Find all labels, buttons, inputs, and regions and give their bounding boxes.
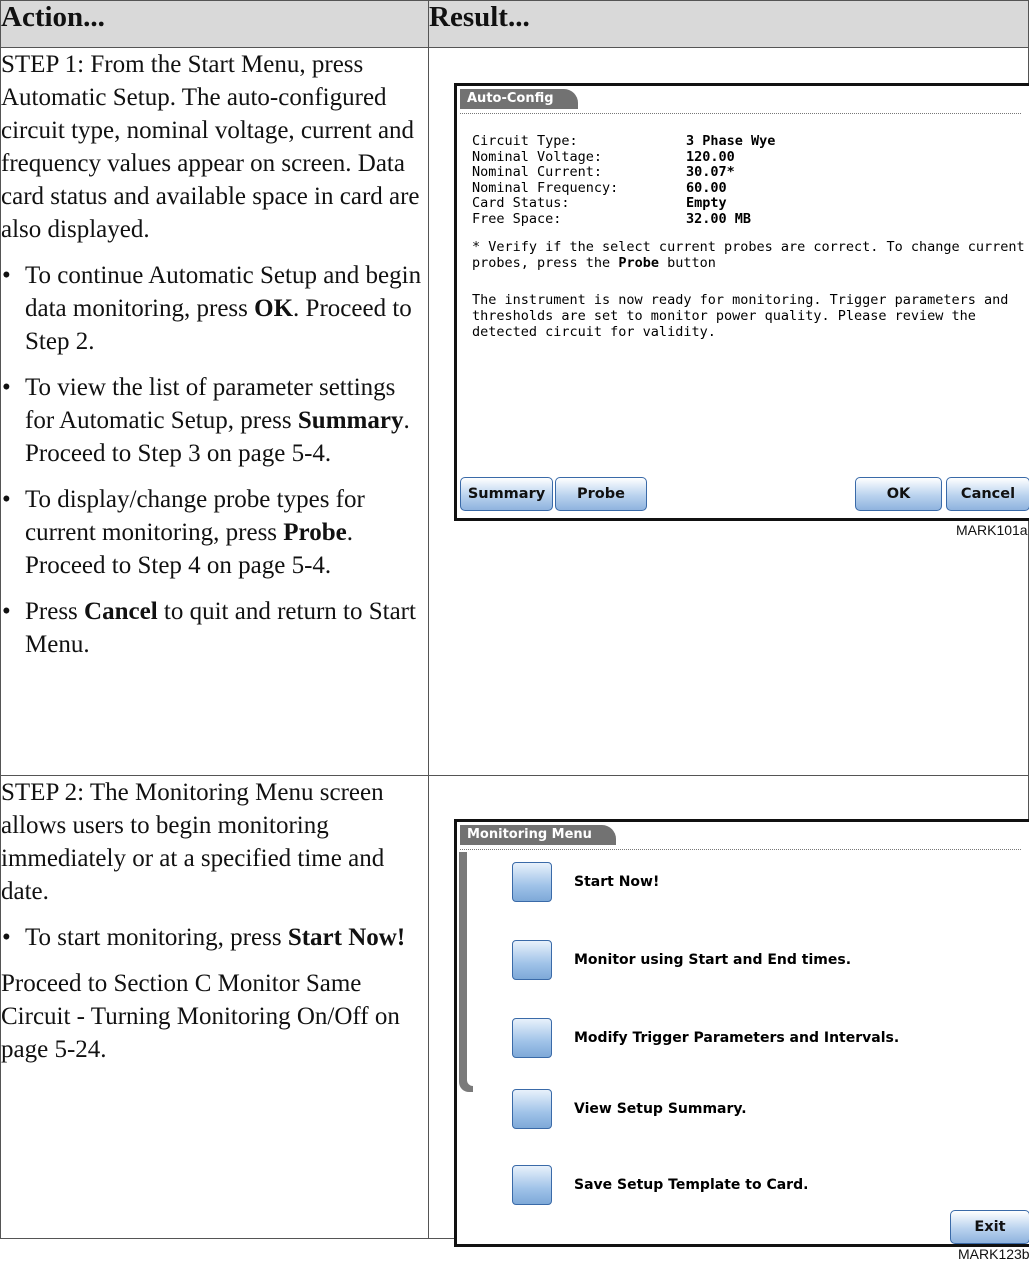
ok-button[interactable]: OK	[855, 477, 942, 511]
step-table: Action... Result... STEP 1: From the Sta…	[0, 0, 1029, 1262]
result-column-header: Result...	[428, 0, 1029, 48]
menu-item-start-end-times[interactable]: Monitor using Start and End times.	[512, 938, 851, 982]
step1-bullet-cancel: Press Cancel to quit and return to Start…	[1, 595, 428, 661]
menu-item-trigger-parameters[interactable]: Modify Trigger Parameters and Intervals.	[512, 1016, 899, 1060]
step2-action-cell: STEP 2: The Monitoring Menu screen allow…	[0, 775, 429, 1239]
ready-message: The instrument is now ready for monitori…	[472, 292, 1009, 340]
menu-bracket	[459, 852, 473, 1092]
field-row: Free Space: 32.00 MB	[472, 210, 752, 227]
menu-item-start-now[interactable]: Start Now!	[512, 860, 659, 904]
step2-outro: Proceed to Section C Monitor Same Circui…	[1, 970, 400, 1063]
field-row: Nominal Current: 30.07*	[472, 164, 735, 180]
step2-bullets: To start monitoring, press Start Now!	[1, 921, 428, 954]
field-row: Card Status: Empty	[472, 195, 727, 211]
action-column-header: Action...	[0, 0, 429, 48]
step1-bullet-probe: To display/change probe types for curren…	[1, 483, 428, 582]
start-now-button[interactable]	[512, 862, 552, 902]
menu-item-setup-summary[interactable]: View Setup Summary.	[512, 1087, 747, 1131]
step1-bullet-summary: To view the list of parameter settings f…	[1, 371, 428, 470]
step1-bullets: To continue Automatic Setup and begin da…	[1, 259, 428, 661]
trigger-parameters-button[interactable]	[512, 1018, 552, 1058]
figure-caption: MARK101a	[956, 522, 1028, 538]
cancel-button[interactable]: Cancel	[946, 477, 1029, 511]
step1-result-cell: Auto-Config Circuit Type: 3 Phase Wye Nom…	[428, 47, 1029, 776]
monitoring-menu-screen: Monitoring Menu Start Now! Monitor using…	[454, 819, 1029, 1247]
monitoring-menu-tab: Monitoring Menu	[460, 825, 616, 845]
auto-config-screen: Auto-Config Circuit Type: 3 Phase Wye Nom…	[454, 83, 1029, 521]
step1-intro: STEP 1: From the Start Menu, press Autom…	[1, 51, 420, 243]
setup-summary-button[interactable]	[512, 1089, 552, 1129]
probe-button[interactable]: Probe	[555, 477, 647, 511]
figure-caption: MARK123b	[958, 1246, 1029, 1262]
start-end-times-button[interactable]	[512, 940, 552, 980]
auto-config-tab: Auto-Config	[460, 89, 578, 109]
step2-intro: STEP 2: The Monitoring Menu screen allow…	[1, 779, 385, 905]
field-row: Nominal Frequency: 60.00	[472, 179, 727, 196]
step1-bullet-ok: To continue Automatic Setup and begin da…	[1, 259, 428, 358]
summary-button[interactable]: Summary	[460, 477, 553, 511]
save-template-button[interactable]	[512, 1165, 552, 1205]
field-row: Circuit Type: 3 Phase Wye	[472, 133, 776, 149]
tab-bar: Monitoring Menu	[460, 825, 1021, 850]
field-row: Nominal Voltage: 120.00	[472, 148, 735, 165]
config-fields: Circuit Type: 3 Phase Wye Nominal Voltage…	[472, 133, 776, 227]
step2-bullet-start: To start monitoring, press Start Now!	[1, 921, 428, 954]
menu-item-save-template[interactable]: Save Setup Template to Card.	[512, 1163, 808, 1207]
probe-note: * Verify if the select current probes ar…	[472, 239, 1025, 271]
step1-action-cell: STEP 1: From the Start Menu, press Autom…	[0, 47, 429, 776]
step2-result-cell: Monitoring Menu Start Now! Monitor using…	[428, 775, 1029, 1262]
tab-bar: Auto-Config	[460, 89, 1021, 114]
